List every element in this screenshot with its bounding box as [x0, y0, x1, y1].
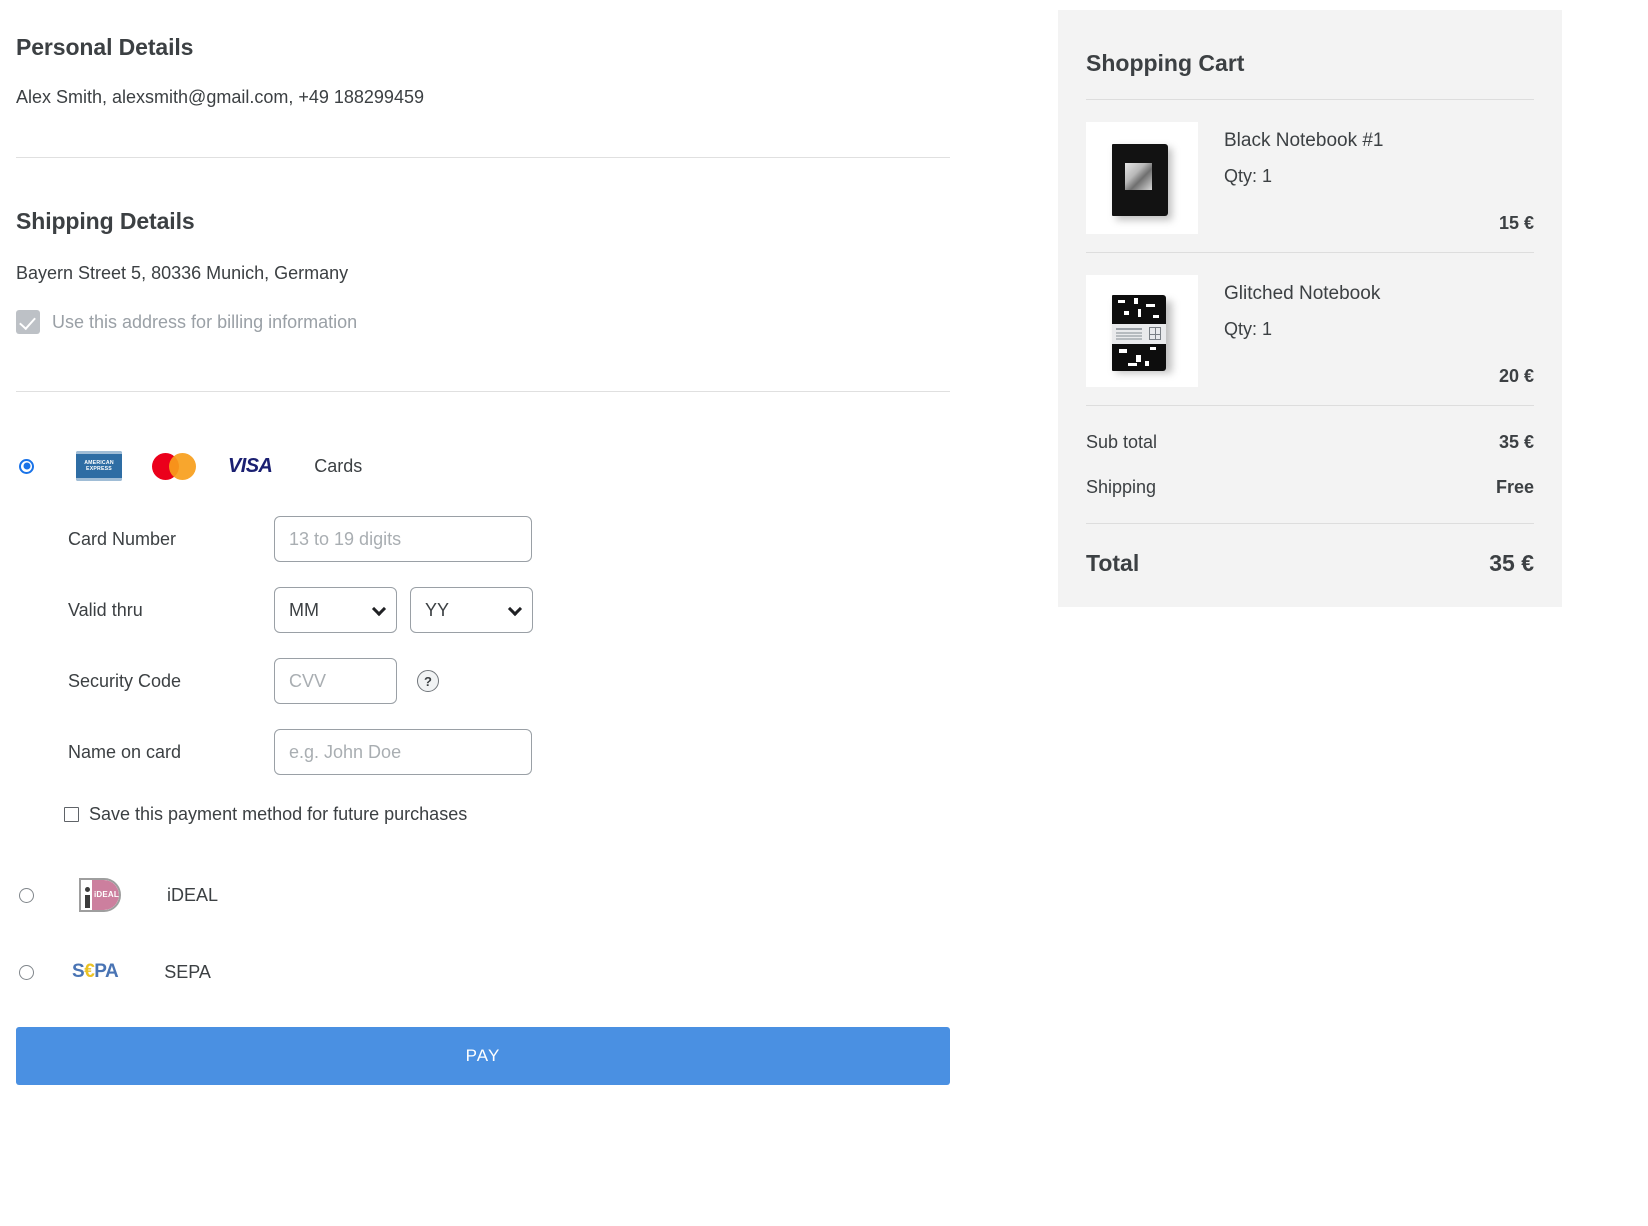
subtotal-label: Sub total [1086, 432, 1158, 452]
speck [1128, 363, 1137, 366]
ideal-logo-dot [85, 887, 90, 892]
cart-item-name: Glitched Notebook [1224, 283, 1381, 304]
name-on-card-input[interactable] [274, 729, 532, 775]
speck [1146, 304, 1155, 307]
payment-methods-section: AMERICAN EXPRESS VISA Cards Card Number … [16, 392, 950, 983]
total-value: 35 € [1489, 550, 1534, 576]
payment-method-sepa-row[interactable]: S€PA SEPA [16, 961, 950, 983]
speck [1150, 347, 1156, 350]
card-number-label: Card Number [68, 528, 177, 549]
product-thumbnail-black-notebook [1086, 122, 1198, 234]
personal-details-section: Personal Details Alex Smith, alexsmith@g… [16, 0, 950, 108]
subtotal-value: 35 € [1498, 432, 1534, 452]
subtotal-row: Sub total 35 € [1086, 432, 1534, 453]
cart-item-qty: Qty: 1 [1224, 166, 1273, 186]
name-on-card-label: Name on card [68, 741, 182, 762]
ideal-logo-bar [85, 895, 90, 908]
valid-thru-row: Valid thru MM YY [16, 587, 950, 633]
speck [1124, 311, 1129, 315]
name-on-card-row: Name on card [16, 729, 950, 775]
ideal-logo-text: iDEAL [94, 890, 119, 899]
cart-divider-totals [1086, 405, 1534, 406]
speck [1153, 315, 1159, 318]
shipping-value: Free [1495, 477, 1534, 497]
notebook-cover-photo [1125, 163, 1152, 190]
speck [1145, 361, 1149, 366]
amex-logo-text: AMERICAN EXPRESS [84, 460, 114, 472]
cart-item-name: Black Notebook #1 [1224, 130, 1384, 151]
expiry-month-select-wrapper[interactable]: MM [274, 587, 397, 633]
payment-method-sepa-label: SEPA [164, 961, 211, 982]
sepa-logo-pa: PA [94, 961, 119, 982]
total-row: Total 35 € [1086, 550, 1534, 577]
sepa-logo-icon: S€PA [72, 961, 119, 983]
personal-details-summary: Alex Smith, alexsmith@gmail.com, +49 188… [16, 87, 424, 107]
security-code-row: Security Code ? [16, 658, 950, 704]
cart-item-info: Glitched Notebook Qty: 1 [1198, 275, 1534, 387]
total-label: Total [1086, 550, 1140, 576]
cart-item-price: 15 € [1498, 213, 1534, 233]
shipping-details-section: Shipping Details Bayern Street 5, 80336 … [16, 158, 950, 334]
speck [1138, 309, 1141, 317]
speck [1118, 300, 1125, 303]
shipping-label: Shipping [1086, 477, 1157, 497]
expiry-year-select[interactable]: YY [410, 587, 533, 633]
shopping-cart-title: Shopping Cart [1086, 50, 1245, 76]
glitched-notebook-label-band [1112, 324, 1166, 344]
shipping-row: Shipping Free [1086, 477, 1534, 498]
shipping-address: Bayern Street 5, 80336 Munich, Germany [16, 263, 349, 283]
billing-address-checkbox[interactable] [16, 310, 40, 334]
amex-logo-icon: AMERICAN EXPRESS [76, 451, 122, 481]
speck [1119, 349, 1127, 353]
mastercard-orange-circle [169, 453, 196, 480]
payment-method-cards-label: Cards [314, 455, 363, 476]
visa-logo-icon: VISA [228, 454, 273, 477]
personal-details-title: Personal Details [16, 34, 194, 60]
cart-item: Black Notebook #1 Qty: 1 15 € [1086, 100, 1534, 252]
card-number-input[interactable] [274, 516, 532, 562]
radio-ideal[interactable] [19, 887, 34, 903]
billing-address-checkbox-label: Use this address for billing information [52, 311, 358, 332]
ideal-logo-shape: iDEAL [79, 878, 121, 912]
save-payment-method-checkbox[interactable] [64, 807, 79, 822]
expiry-month-select[interactable]: MM [274, 587, 397, 633]
glitched-notebook-image [1112, 295, 1166, 371]
sepa-logo-euro: € [84, 961, 95, 982]
speck [1136, 355, 1141, 362]
cart-item: Glitched Notebook Qty: 1 20 € [1086, 253, 1534, 405]
shopping-cart-panel: Shopping Cart Black Notebook #1 Qty: 1 1… [1058, 10, 1562, 607]
billing-address-checkbox-row[interactable]: Use this address for billing information [16, 310, 950, 334]
ideal-logo-icon: iDEAL [77, 877, 123, 913]
cart-item-price: 20 € [1498, 366, 1534, 386]
save-payment-method-label: Save this payment method for future purc… [89, 804, 468, 824]
help-icon[interactable]: ? [417, 670, 439, 692]
sepa-logo-s: S [72, 961, 85, 982]
cart-item-info: Black Notebook #1 Qty: 1 [1198, 122, 1534, 234]
payment-method-ideal-label: iDEAL [167, 884, 219, 905]
shipping-details-title: Shipping Details [16, 208, 195, 234]
card-number-row: Card Number [16, 516, 950, 562]
checkout-form-column: Personal Details Alex Smith, alexsmith@g… [16, 0, 950, 1085]
product-thumbnail-glitched-notebook [1086, 275, 1198, 387]
valid-thru-label: Valid thru [68, 599, 143, 620]
cart-divider-total [1086, 523, 1534, 524]
security-code-label: Security Code [68, 670, 182, 691]
pay-button[interactable]: PAY [16, 1027, 950, 1085]
security-code-input[interactable] [274, 658, 397, 704]
checkout-page: Personal Details Alex Smith, alexsmith@g… [0, 0, 1648, 1226]
mastercard-logo-icon [152, 450, 204, 482]
save-payment-method-row[interactable]: Save this payment method for future purc… [16, 804, 950, 825]
expiry-year-select-wrapper[interactable]: YY [410, 587, 533, 633]
cart-item-qty: Qty: 1 [1224, 319, 1273, 339]
radio-cards[interactable] [19, 458, 34, 474]
speck [1134, 298, 1138, 304]
payment-method-ideal-row[interactable]: iDEAL iDEAL [16, 877, 950, 913]
black-notebook-image [1112, 144, 1168, 216]
label-grid-icon [1149, 327, 1161, 340]
radio-sepa[interactable] [19, 964, 34, 980]
payment-method-cards-row[interactable]: AMERICAN EXPRESS VISA Cards [16, 450, 950, 482]
